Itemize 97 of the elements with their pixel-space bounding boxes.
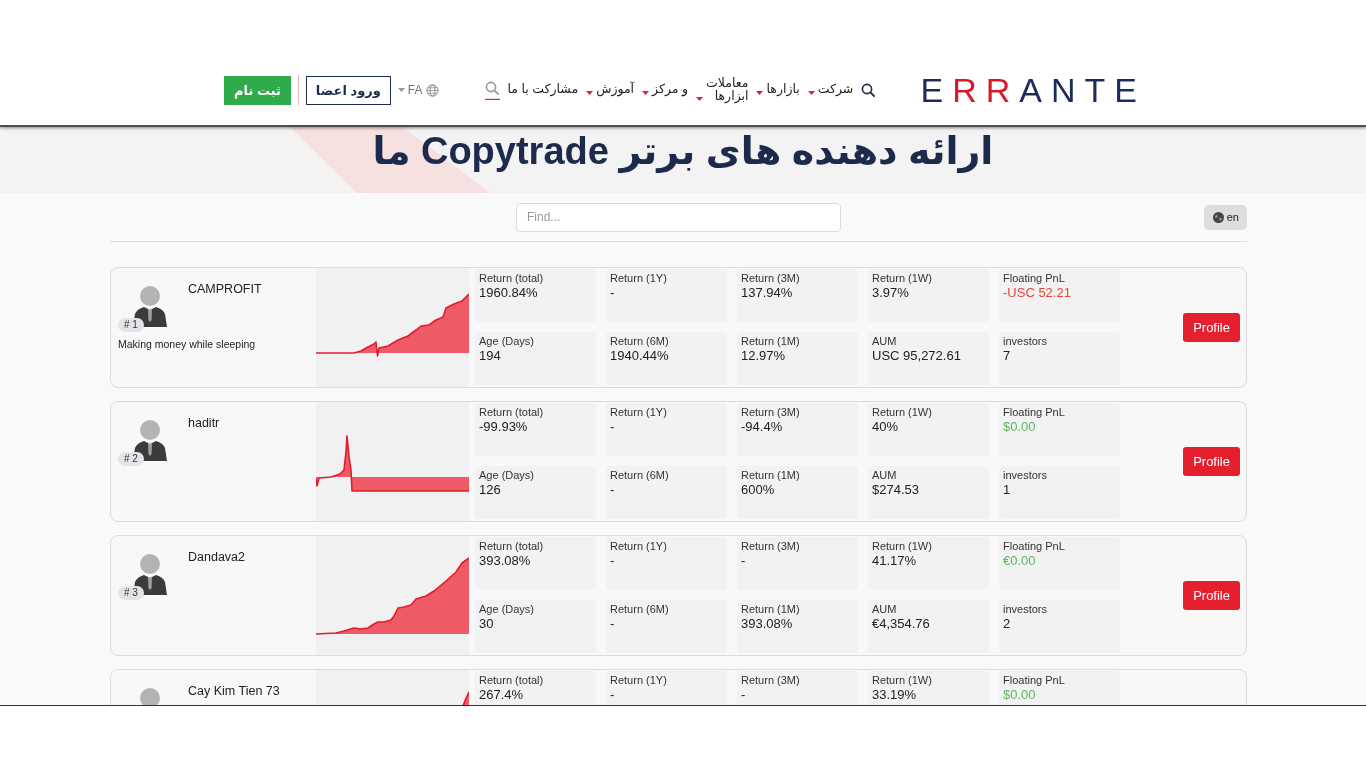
stat-value: 1940.44%: [610, 348, 669, 365]
profile-button[interactable]: Profile: [1183, 313, 1240, 342]
stat-label: Return (1Y): [610, 539, 667, 554]
stat-value: $274.53: [872, 482, 919, 499]
stat-value: -: [741, 553, 746, 570]
rank-badge: # 3: [118, 586, 144, 600]
avatar-icon: [132, 554, 168, 595]
stat-value: €0.00: [1003, 553, 1036, 570]
stat-label: Return (total): [479, 271, 544, 286]
stat-label: Return (3M): [741, 673, 800, 688]
stat-label: Return (1W): [872, 405, 932, 420]
nav-link[interactable]: بازارها: [756, 83, 800, 97]
stat-value: 194: [479, 348, 501, 365]
stat-value: 1960.84%: [479, 285, 538, 302]
stat-label: Return (6M): [610, 468, 669, 483]
stat-value: -: [741, 687, 746, 704]
stat-value: 33.19%: [872, 687, 917, 704]
nav-link[interactable]: شرکت: [807, 83, 854, 97]
stat-value: 393.08%: [741, 616, 793, 633]
stat-value: -: [610, 482, 615, 499]
stat-value: -: [610, 285, 615, 302]
stat-label: Return (1M): [741, 334, 800, 349]
provider-name: haditr: [188, 416, 220, 431]
search-field[interactable]: Find...: [516, 202, 841, 232]
stat-value: 600%: [741, 482, 775, 499]
profile-button[interactable]: Profile: [1183, 581, 1240, 610]
stat-label: Floating PnL: [1003, 673, 1065, 688]
stat-value: -: [610, 553, 615, 570]
page-title: ارائه دهنده های برتر Copytrade ما: [372, 129, 994, 174]
stat-label: Return (3M): [741, 271, 800, 286]
stat-value: 30: [479, 616, 494, 633]
stat-label: Return (1Y): [610, 673, 667, 688]
stat-label: Return (1Y): [610, 271, 667, 286]
caret-icon: [397, 88, 405, 92]
stat-value: 267.4%: [479, 687, 524, 704]
stat-value: USC 95,272.61: [872, 348, 961, 365]
stat-value: $0.00: [1003, 687, 1036, 704]
stat-label: Age (Days): [479, 602, 535, 617]
language-selector[interactable]: FA: [397, 81, 439, 99]
stat-label: Return (1M): [741, 468, 800, 483]
stat-label: Return (1W): [872, 673, 932, 688]
stat-label: Return (1M): [741, 602, 800, 617]
stat-label: Return (1Y): [610, 405, 667, 420]
stat-value: 12.97%: [741, 348, 786, 365]
stat-value: 7: [1003, 348, 1011, 365]
rank-badge: # 1: [118, 318, 144, 332]
globe-icon: [425, 83, 439, 97]
stat-label: investors: [1003, 468, 1048, 483]
stat-label: Return (total): [479, 539, 544, 554]
stat-label: Return (6M): [610, 602, 669, 617]
stat-label: Return (3M): [741, 539, 800, 554]
stat-label: Floating PnL: [1003, 405, 1065, 420]
profile-button[interactable]: Profile: [1183, 447, 1240, 476]
stat-value: 3.97%: [872, 285, 909, 302]
stat-label: AUM: [872, 334, 897, 349]
stat-label: Return (total): [479, 405, 544, 420]
nav-link[interactable]: معاملات ابزارها: [696, 76, 749, 104]
provider-description: Making money while sleeping: [118, 337, 256, 352]
stat-value: €4,354.76: [872, 616, 930, 633]
rank-badge: # 2: [118, 452, 144, 466]
provider-name: Dandava2: [188, 550, 245, 565]
stat-label: AUM: [872, 602, 897, 617]
nav-link[interactable]: و مرکز: [642, 83, 689, 97]
stat-value: $0.00: [1003, 419, 1036, 436]
globe-icon: [1212, 211, 1224, 223]
language-button[interactable]: en: [1203, 204, 1247, 230]
avatar-icon: [132, 420, 168, 461]
stat-label: Age (Days): [479, 334, 535, 349]
stat-label: investors: [1003, 602, 1048, 617]
stat-value: -94.4%: [741, 419, 783, 436]
stat-value: -USC 52.21: [1003, 285, 1071, 302]
stat-value: -99.93%: [479, 419, 528, 436]
stat-label: Floating PnL: [1003, 539, 1065, 554]
stat-value: 1: [1003, 482, 1011, 499]
stat-value: 40%: [872, 419, 899, 436]
stat-label: Return (1W): [872, 271, 932, 286]
provider-name: Cay Kim Tien 73: [188, 684, 280, 699]
stat-label: Return (6M): [610, 334, 669, 349]
stat-value: -: [610, 687, 615, 704]
stat-value: 41.17%: [872, 553, 917, 570]
stat-label: Return (3M): [741, 405, 800, 420]
stat-value: 137.94%: [741, 285, 793, 302]
stat-label: Floating PnL: [1003, 271, 1065, 286]
stat-label: Age (Days): [479, 468, 535, 483]
stat-label: Return (1W): [872, 539, 932, 554]
stat-value: 2: [1003, 616, 1011, 633]
stat-label: Return (total): [479, 673, 544, 688]
stat-value: 126: [479, 482, 501, 499]
stat-value: -: [610, 616, 615, 633]
stat-label: AUM: [872, 468, 897, 483]
stat-label: investors: [1003, 334, 1048, 349]
stat-value: -: [610, 419, 615, 436]
search-icon: [861, 83, 876, 97]
avatar-icon: [132, 286, 168, 327]
stat-value: 393.08%: [479, 553, 531, 570]
provider-name: CAMPROFIT: [188, 282, 262, 297]
search-icon: [484, 80, 500, 100]
